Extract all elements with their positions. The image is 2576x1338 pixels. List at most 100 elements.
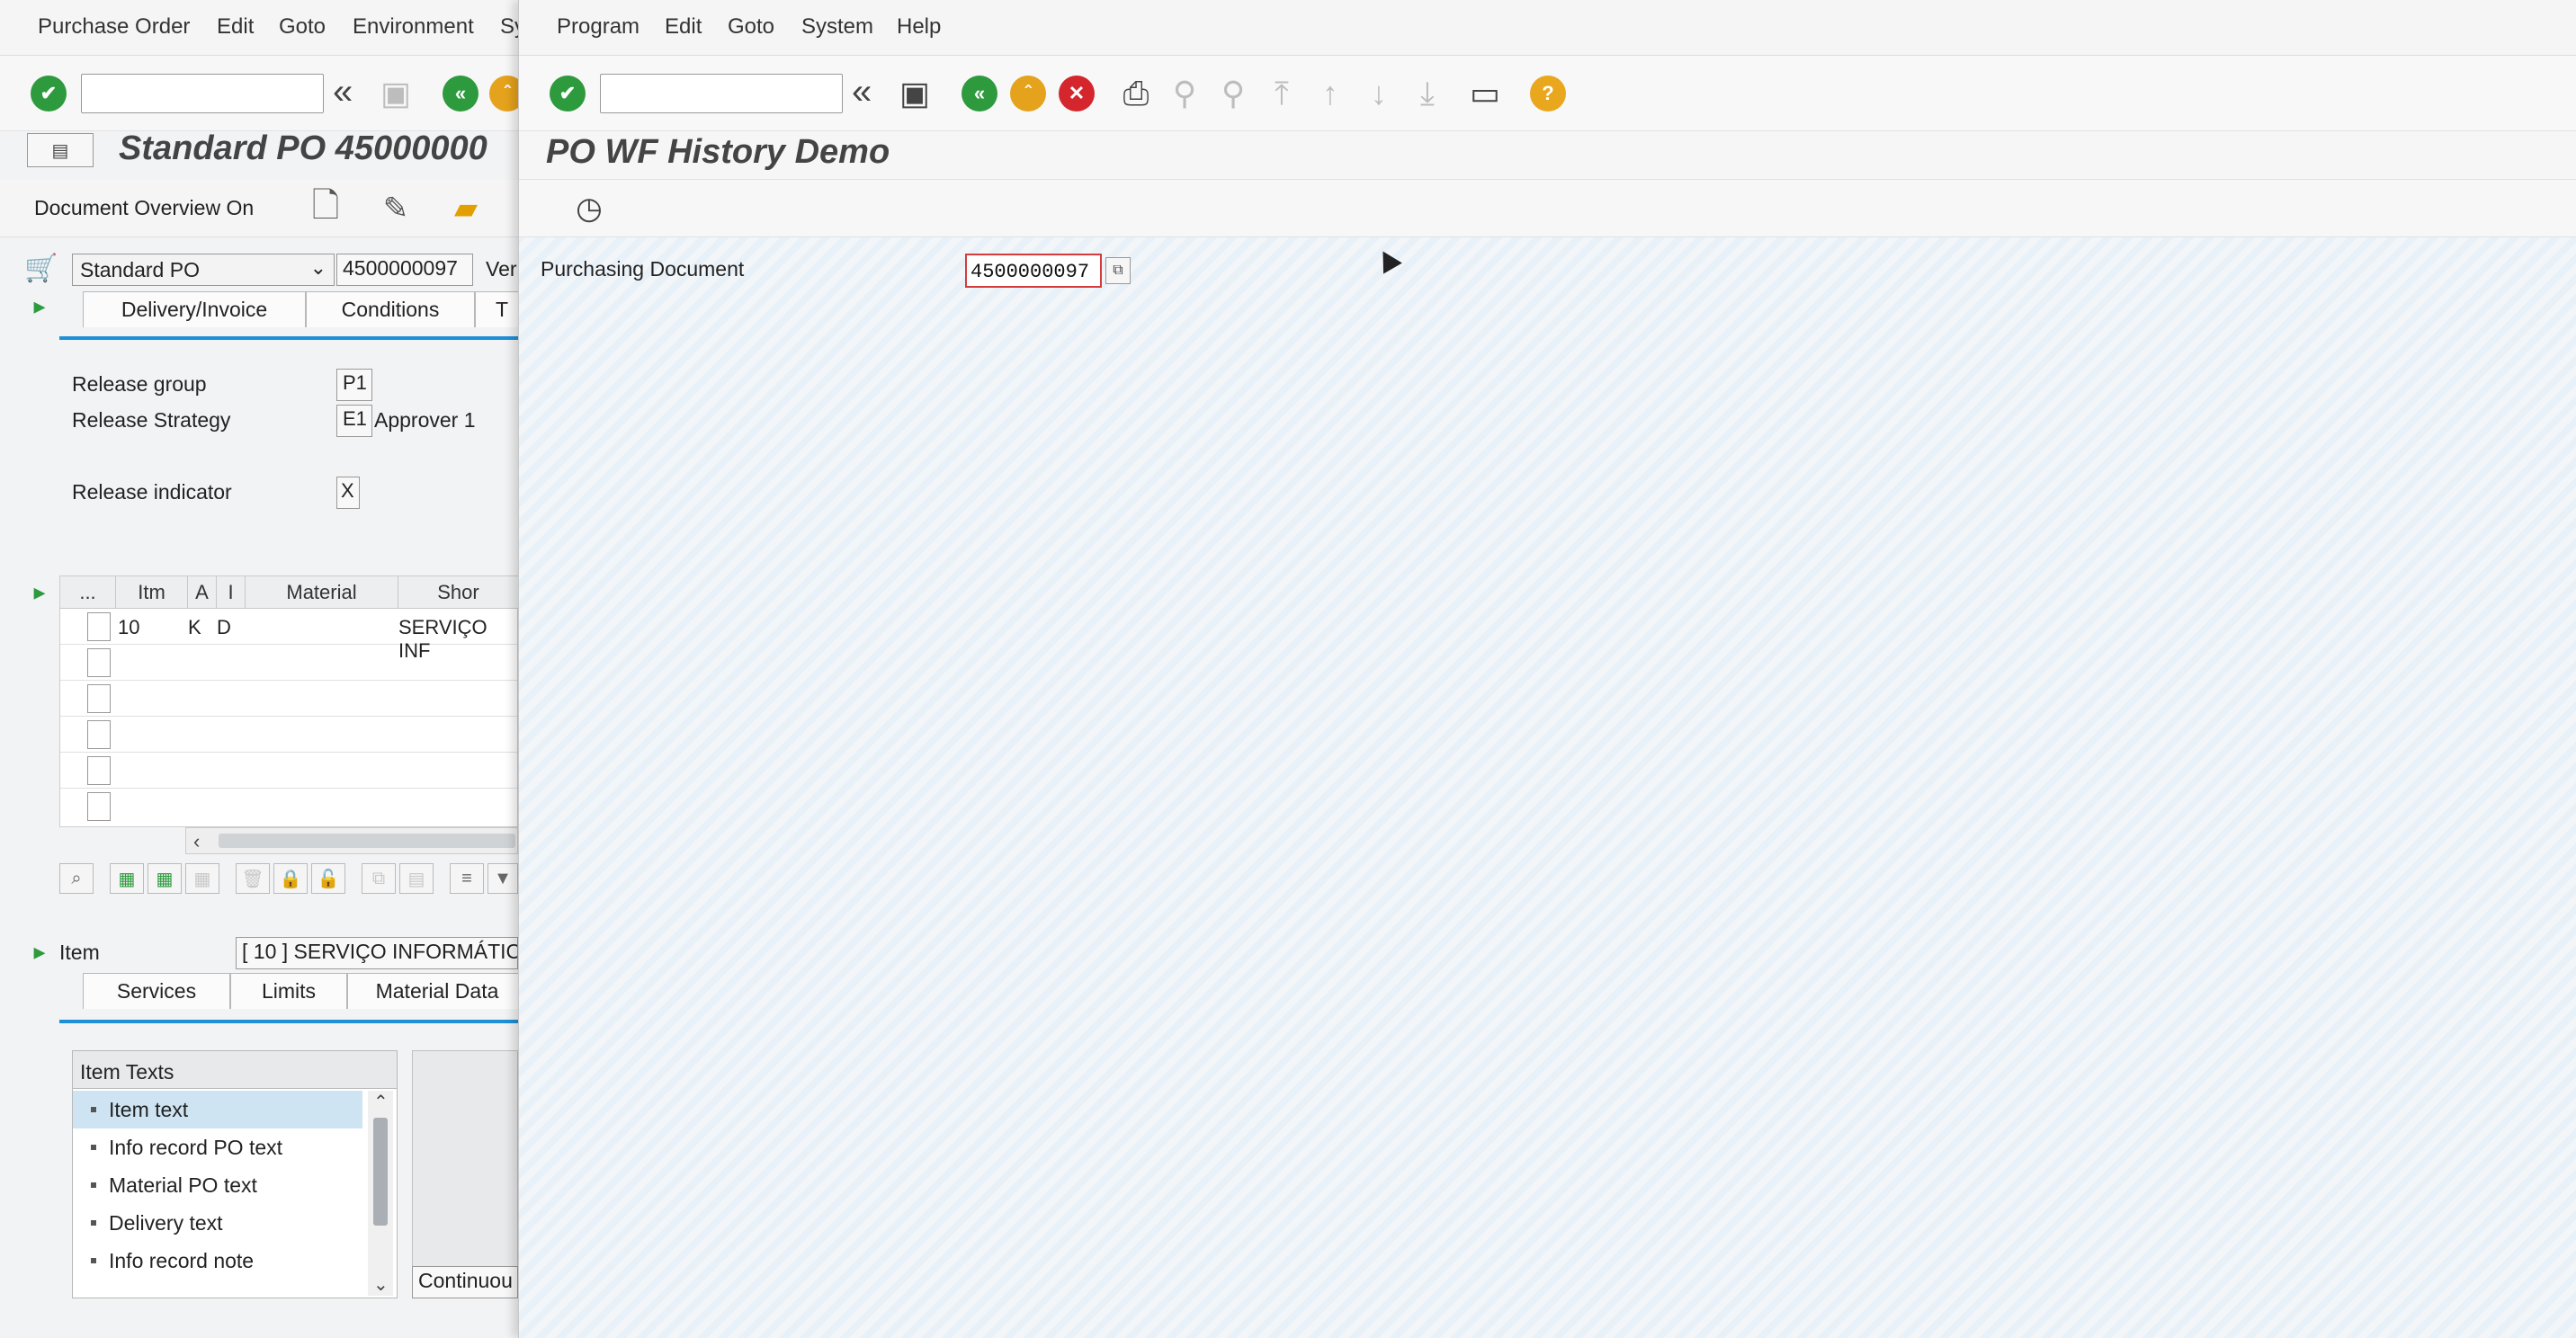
display-change-icon[interactable]: ✎ (376, 189, 416, 228)
row-selector[interactable] (87, 792, 111, 821)
tab-material-data[interactable]: Material Data (347, 973, 527, 1009)
text-item[interactable]: Info record PO text (73, 1128, 362, 1166)
menu-edit[interactable]: Edit (665, 14, 702, 40)
menu-edit[interactable]: Edit (217, 14, 254, 40)
chevron-left-icon[interactable]: ‹ (193, 830, 200, 853)
double-chevron-icon[interactable]: « (852, 74, 872, 110)
text-item-label: Item text (109, 1098, 189, 1121)
select-all-icon[interactable]: ▦ (110, 863, 144, 894)
menu-purchase-order[interactable]: Purchase Order (38, 14, 190, 40)
version-label: Ver (486, 257, 517, 281)
scroll-thumb[interactable] (373, 1118, 388, 1226)
save-icon[interactable]: ▣ (376, 74, 416, 113)
sort-icon[interactable]: ≡ (450, 863, 484, 894)
save-icon[interactable]: ▣ (895, 74, 935, 113)
table-row[interactable] (60, 753, 517, 789)
text-item[interactable]: Info record note (73, 1242, 362, 1280)
release-strategy-desc: Approver 1 (374, 408, 476, 432)
row-selector[interactable] (87, 756, 111, 785)
paste-icon[interactable]: ▤ (399, 863, 434, 894)
menu-goto[interactable]: Goto (279, 14, 326, 40)
vertical-scrollbar[interactable]: ⌃ ⌄ (368, 1091, 393, 1296)
double-chevron-icon[interactable]: « (333, 74, 353, 110)
tab-services[interactable]: Services (83, 973, 230, 1009)
details-icon[interactable]: ⌕ (59, 863, 94, 894)
row-selector[interactable] (87, 684, 111, 713)
release-strategy-field: E1 (336, 405, 372, 437)
previous-page-icon[interactable]: ↑ (1310, 74, 1350, 113)
help-icon[interactable]: ? (1530, 76, 1566, 112)
purchasing-document-field[interactable]: 4500000097 (965, 254, 1102, 288)
deselect-icon[interactable]: ▦ (185, 863, 219, 894)
expand-items-icon[interactable]: ▸ (22, 575, 58, 608)
items-grid: ... Itm A I Material Shor 10 K D SERVIÇO… (59, 575, 519, 827)
lock-icon[interactable]: 🔒 (273, 863, 308, 894)
menu-goto[interactable]: Goto (728, 14, 774, 40)
filter-icon[interactable]: ▼ (487, 863, 518, 894)
cart-icon: 🛒 (24, 253, 58, 283)
new-document-icon[interactable]: 🗋 (306, 187, 345, 228)
menu-system[interactable]: System (801, 14, 873, 40)
text-item[interactable]: Item text (73, 1091, 362, 1128)
col-itm[interactable]: Itm (116, 576, 188, 609)
text-item[interactable]: Material PO text (73, 1166, 362, 1204)
doc-type-select[interactable]: Standard PO ⌄ (72, 254, 335, 286)
text-item[interactable]: Delivery text (73, 1204, 362, 1242)
menu-help[interactable]: Help (897, 14, 941, 40)
table-row[interactable]: 10 K D SERVIÇO INF (60, 609, 517, 662)
select-block-icon[interactable]: ▦ (148, 863, 182, 894)
print-icon[interactable]: ⎙ (1116, 74, 1156, 113)
col-material[interactable]: Material (246, 576, 398, 609)
text-editor-area[interactable] (412, 1050, 518, 1298)
copy-icon[interactable]: ⧉ (362, 863, 396, 894)
menu-program[interactable]: Program (557, 14, 640, 40)
next-page-icon[interactable]: ↓ (1359, 74, 1399, 113)
cancel-icon[interactable]: ✕ (1059, 76, 1095, 112)
find-next-icon[interactable]: ⚲ (1213, 74, 1253, 113)
enter-check-icon[interactable]: ✔ (550, 76, 586, 112)
value-help-icon[interactable]: ⧉ (1105, 257, 1131, 284)
tab-delivery-invoice[interactable]: Delivery/Invoice (83, 291, 306, 327)
table-row[interactable] (60, 789, 517, 825)
back-icon[interactable]: « (962, 76, 997, 112)
chevron-down-icon[interactable]: ⌄ (373, 1273, 389, 1296)
table-row[interactable] (60, 645, 517, 681)
program-title: PO WF History Demo (546, 133, 890, 171)
item-select[interactable]: [ 10 ] SERVIÇO INFORMÁTICA (236, 937, 518, 969)
check-icon[interactable]: ▰ (446, 189, 486, 228)
new-session-icon[interactable]: ▭ (1465, 74, 1505, 113)
sap-menu-icon[interactable]: ▤ (27, 133, 94, 167)
col-i[interactable]: I (217, 576, 246, 609)
row-selector[interactable] (87, 720, 111, 749)
delete-icon[interactable]: 🗑 (236, 863, 270, 894)
unlock-icon[interactable]: 🔓 (311, 863, 345, 894)
exit-icon[interactable]: ˆ (1010, 76, 1046, 112)
grid-config-header[interactable]: ... (60, 576, 116, 609)
table-row[interactable] (60, 681, 517, 717)
chevron-up-icon[interactable]: ⌃ (373, 1091, 389, 1113)
scroll-thumb[interactable] (219, 834, 515, 848)
continuous-text-select[interactable]: Continuou (412, 1266, 518, 1298)
command-field[interactable] (81, 74, 324, 113)
back-icon[interactable]: « (443, 76, 479, 112)
expand-item-detail-icon[interactable]: ▸ (22, 935, 58, 968)
horizontal-scrollbar[interactable]: ‹ (185, 827, 518, 854)
last-page-icon[interactable]: ⤓ (1408, 74, 1447, 113)
col-short-text[interactable]: Shor (398, 576, 519, 609)
expand-header-icon[interactable]: ▸ (22, 291, 58, 320)
doc-number-field[interactable]: 4500000097 (336, 254, 473, 286)
row-selector[interactable] (87, 612, 111, 641)
tab-limits[interactable]: Limits (230, 973, 347, 1009)
execute-clock-icon[interactable]: ◷ (569, 189, 609, 228)
col-a[interactable]: A (188, 576, 217, 609)
find-icon[interactable]: ⚲ (1165, 74, 1204, 113)
enter-check-icon[interactable]: ✔ (31, 76, 67, 112)
menu-environment[interactable]: Environment (353, 14, 474, 40)
tab-conditions[interactable]: Conditions (306, 291, 475, 327)
document-overview-button[interactable]: Document Overview On (34, 196, 254, 220)
release-group-label: Release group (72, 372, 207, 396)
first-page-icon[interactable]: ⤒ (1262, 74, 1301, 113)
table-row[interactable] (60, 717, 517, 753)
row-selector[interactable] (87, 648, 111, 677)
command-field[interactable] (600, 74, 843, 113)
